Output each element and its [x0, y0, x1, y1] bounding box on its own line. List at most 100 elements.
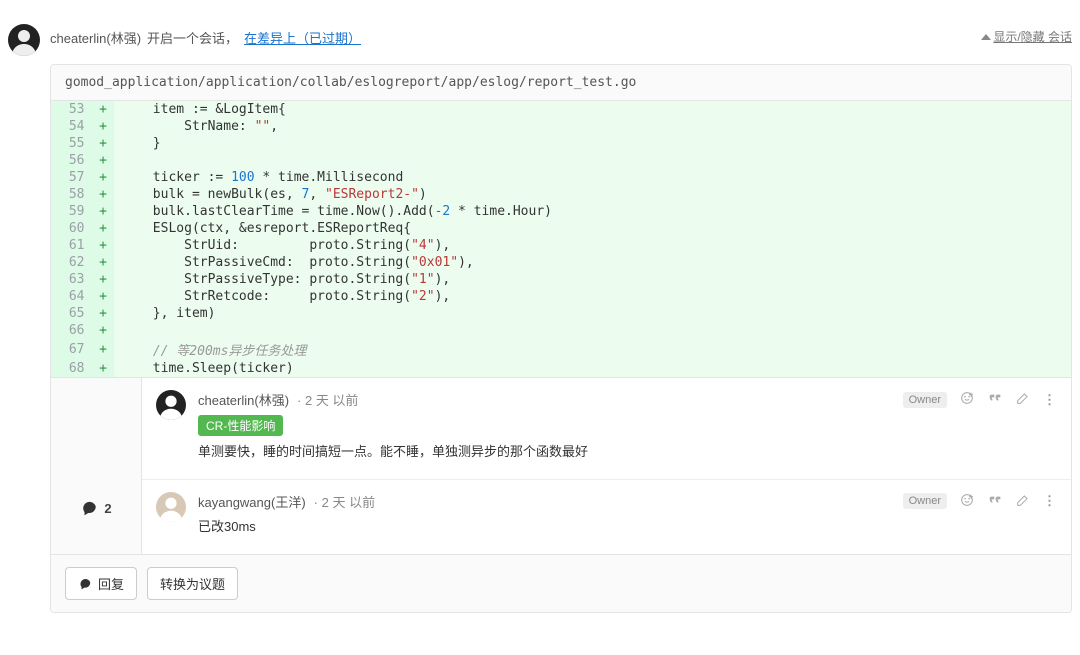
comments-list: cheaterlin(林强) · 2 天 以前 Owner ⋮ CR-性能影响 …: [141, 378, 1071, 554]
code-content: StrRetcode: proto.String("2"),: [113, 288, 1071, 305]
diff-sign: +: [93, 360, 113, 377]
code-line: 67+ // 等200ms异步任务处理: [51, 339, 1071, 360]
line-number[interactable]: 62: [51, 254, 93, 271]
edit-icon[interactable]: [1015, 492, 1031, 511]
code-line: 55+ }: [51, 135, 1071, 152]
code-content: [113, 322, 1071, 339]
diff-sign: +: [93, 339, 113, 360]
code-content: // 等200ms异步任务处理: [113, 339, 1071, 360]
line-number[interactable]: 66: [51, 322, 93, 339]
quote-icon[interactable]: [987, 492, 1003, 511]
line-number[interactable]: 58: [51, 186, 93, 203]
line-number[interactable]: 61: [51, 237, 93, 254]
owner-badge: Owner: [903, 493, 947, 509]
line-number[interactable]: 63: [51, 271, 93, 288]
comment-author[interactable]: cheaterlin(林强): [198, 390, 289, 409]
comment: kayangwang(王洋) · 2 天 以前 Owner ⋮ 已改30ms: [142, 479, 1071, 554]
diff-sign: +: [93, 305, 113, 322]
code-line: 57+ ticker := 100 * time.Millisecond: [51, 169, 1071, 186]
code-content: StrPassiveCmd: proto.String("0x01"),: [113, 254, 1071, 271]
toggle-thread-label: 显示/隐藏 会话: [993, 28, 1072, 45]
more-icon[interactable]: ⋮: [1043, 493, 1057, 509]
owner-badge: Owner: [903, 392, 947, 408]
comment-icon: [78, 576, 92, 590]
diff-link[interactable]: 在差异上（已过期）: [244, 28, 361, 47]
diff-sign: +: [93, 288, 113, 305]
code-content: StrPassiveType: proto.String("1"),: [113, 271, 1071, 288]
comment-author[interactable]: kayangwang(王洋): [198, 492, 306, 511]
diff-sign: +: [93, 220, 113, 237]
code-content: StrUid: proto.String("4"),: [113, 237, 1071, 254]
comment: cheaterlin(林强) · 2 天 以前 Owner ⋮ CR-性能影响 …: [142, 378, 1071, 479]
diff-sign: +: [93, 135, 113, 152]
comment-text: 已改30ms: [198, 517, 1057, 538]
line-number[interactable]: 65: [51, 305, 93, 322]
toggle-thread-link[interactable]: 显示/隐藏 会话: [981, 24, 1072, 45]
comment-time: · 2 天 以前: [314, 492, 375, 511]
comment-time: · 2 天 以前: [297, 390, 358, 409]
code-content: [113, 152, 1071, 169]
reply-button[interactable]: 回复: [65, 567, 137, 600]
file-path[interactable]: gomod_application/application/collab/esl…: [51, 65, 1071, 101]
line-number[interactable]: 54: [51, 118, 93, 135]
diff-sign: +: [93, 169, 113, 186]
diff-sign: +: [93, 101, 113, 118]
comments-count: 2: [51, 378, 141, 554]
code-diff: 53+ item := &LogItem{54+ StrName: "",55+…: [51, 101, 1071, 377]
line-number[interactable]: 64: [51, 288, 93, 305]
code-content: item := &LogItem{: [113, 101, 1071, 118]
code-content: ESLog(ctx, &esreport.ESReportReq{: [113, 220, 1071, 237]
code-line: 60+ ESLog(ctx, &esreport.ESReportReq{: [51, 220, 1071, 237]
code-content: StrName: "",: [113, 118, 1071, 135]
code-content: bulk = newBulk(es, 7, "ESReport2-"): [113, 186, 1071, 203]
code-line: 59+ bulk.lastClearTime = time.Now().Add(…: [51, 203, 1071, 220]
code-line: 54+ StrName: "",: [51, 118, 1071, 135]
thread-started-text: 开启一个会话，: [147, 28, 238, 47]
line-number[interactable]: 67: [51, 339, 93, 360]
line-number[interactable]: 55: [51, 135, 93, 152]
avatar: [156, 492, 186, 522]
diff-sign: +: [93, 237, 113, 254]
comment-text: 单测要快，睡的时间搞短一点。能不睡，单独测异步的那个函数最好: [198, 442, 1057, 463]
code-line: 61+ StrUid: proto.String("4"),: [51, 237, 1071, 254]
code-content: ticker := 100 * time.Millisecond: [113, 169, 1071, 186]
line-number[interactable]: 57: [51, 169, 93, 186]
thread-header: cheaterlin(林强) 开启一个会话， 在差异上（已过期） 显示/隐藏 会…: [8, 24, 1072, 64]
convert-to-issue-button[interactable]: 转换为议题: [147, 567, 238, 600]
reply-bar: 回复 转换为议题: [51, 554, 1071, 612]
code-line: 63+ StrPassiveType: proto.String("1"),: [51, 271, 1071, 288]
line-number[interactable]: 60: [51, 220, 93, 237]
thread-author[interactable]: cheaterlin(林强): [50, 28, 141, 47]
line-number[interactable]: 53: [51, 101, 93, 118]
code-line: 64+ StrRetcode: proto.String("2"),: [51, 288, 1071, 305]
quote-icon[interactable]: [987, 390, 1003, 409]
comment-tag[interactable]: CR-性能影响: [198, 415, 283, 436]
line-number[interactable]: 59: [51, 203, 93, 220]
diff-sign: +: [93, 118, 113, 135]
code-content: }: [113, 135, 1071, 152]
more-icon[interactable]: ⋮: [1043, 392, 1057, 408]
discussion-frame: gomod_application/application/collab/esl…: [50, 64, 1072, 613]
code-line: 68+ time.Sleep(ticker): [51, 360, 1071, 377]
diff-sign: +: [93, 152, 113, 169]
line-number[interactable]: 68: [51, 360, 93, 377]
diff-sign: +: [93, 271, 113, 288]
code-line: 58+ bulk = newBulk(es, 7, "ESReport2-"): [51, 186, 1071, 203]
diff-sign: +: [93, 186, 113, 203]
avatar: [8, 24, 40, 56]
comments-area: 2 cheaterlin(林强) · 2 天 以前 Owner ⋮ CR-性能影…: [51, 377, 1071, 554]
line-number[interactable]: 56: [51, 152, 93, 169]
add-reaction-icon[interactable]: [959, 492, 975, 511]
comment-icon: [80, 498, 98, 516]
add-reaction-icon[interactable]: [959, 390, 975, 409]
code-line: 62+ StrPassiveCmd: proto.String("0x01"),: [51, 254, 1071, 271]
diff-sign: +: [93, 254, 113, 271]
code-line: 53+ item := &LogItem{: [51, 101, 1071, 118]
chevron-up-icon: [981, 34, 991, 40]
diff-sign: +: [93, 322, 113, 339]
code-content: time.Sleep(ticker): [113, 360, 1071, 377]
edit-icon[interactable]: [1015, 390, 1031, 409]
avatar: [156, 390, 186, 420]
code-content: bulk.lastClearTime = time.Now().Add(-2 *…: [113, 203, 1071, 220]
code-line: 66+: [51, 322, 1071, 339]
